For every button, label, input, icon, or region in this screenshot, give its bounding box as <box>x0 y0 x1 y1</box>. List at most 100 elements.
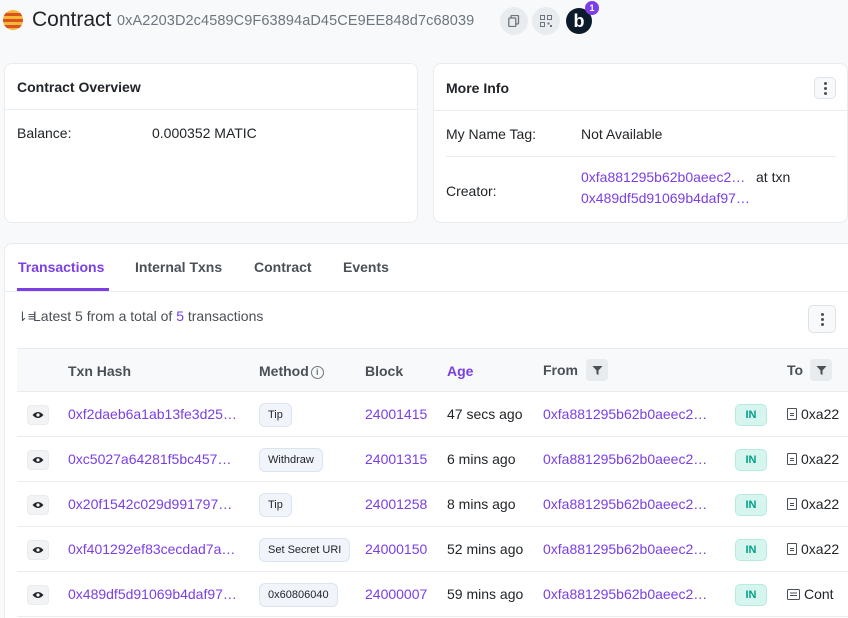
direction-badge: IN <box>735 449 767 471</box>
age-value: 8 mins ago <box>447 496 516 512</box>
copy-address-button[interactable] <box>500 7 528 35</box>
direction-badge: IN <box>735 584 767 606</box>
sort-descending-icon: ⇂≡ <box>17 309 36 324</box>
view-details-button[interactable] <box>27 450 49 470</box>
info-icon[interactable]: i <box>310 366 324 379</box>
col-block: Block <box>365 363 404 379</box>
creator-label: Creator: <box>446 183 497 199</box>
to-address[interactable]: 0xa22 <box>787 496 839 512</box>
table-options-button[interactable] <box>808 305 836 333</box>
name-tag-label: My Name Tag: <box>446 126 536 142</box>
balance-value: 0.000352 MATIC <box>152 125 257 141</box>
qr-code-button[interactable] <box>532 7 560 35</box>
eye-icon <box>32 502 44 508</box>
eye-icon <box>32 412 44 418</box>
transactions-count-link[interactable]: 5 <box>176 308 184 324</box>
contract-doc-icon <box>787 498 797 510</box>
block-link[interactable]: 24000150 <box>365 541 427 557</box>
from-address-link[interactable]: 0xfa881295b62b0aeec2… <box>543 451 707 467</box>
from-address-link[interactable]: 0xfa881295b62b0aeec2… <box>543 496 707 512</box>
block-link[interactable]: 24001415 <box>365 406 427 422</box>
contract-address[interactable]: 0xA2203D2c4589C9F63894aD45CE9EE848d7c680… <box>117 13 474 29</box>
col-from: From <box>543 362 578 378</box>
to-address[interactable]: 0xa22 <box>787 451 839 467</box>
to-address[interactable]: Cont <box>787 586 834 602</box>
table-header: Txn Hash Method i Block Age From To <box>17 348 848 392</box>
col-txn-hash: Txn Hash <box>68 363 132 379</box>
more-info-menu-button[interactable] <box>814 77 836 99</box>
contract-doc-icon <box>787 543 797 555</box>
block-link[interactable]: 24001315 <box>365 451 427 467</box>
table-row: 0x20f1542c029d991797… Tip 24001258 8 min… <box>17 482 848 527</box>
filter-icon <box>816 365 826 375</box>
block-link[interactable]: 24001258 <box>365 496 427 512</box>
more-info-title: More Info <box>446 80 509 96</box>
notification-badge: 1 <box>585 1 599 15</box>
page-title: Contract <box>32 8 112 31</box>
to-filter-button[interactable] <box>810 359 832 381</box>
transactions-summary: ⇂≡Latest 5 from a total of 5 transaction… <box>17 308 264 324</box>
table-row: 0xf2daeb6a1ab13fe3d25… Tip 24001415 47 s… <box>17 392 848 437</box>
more-vertical-icon <box>823 86 827 90</box>
table-row: 0xf401292ef83cecdad7a… Set Secret URI 24… <box>17 527 848 572</box>
eye-icon <box>32 592 44 598</box>
col-to: To <box>787 362 804 378</box>
contract-doc-icon <box>787 408 797 420</box>
contract-creation-icon <box>787 589 800 600</box>
creator-txn-link[interactable]: 0x489df5d91069b4daf97… <box>581 190 750 206</box>
creator-address-link[interactable]: 0xfa881295b62b0aeec2… <box>581 169 745 185</box>
active-tab-indicator <box>17 288 109 291</box>
table-row: 0xc5027a64281f5bc457… Withdraw 24001315 … <box>17 437 848 482</box>
txn-hash-link[interactable]: 0x20f1542c029d991797… <box>68 496 232 512</box>
txn-hash-link[interactable]: 0xf2daeb6a1ab13fe3d25… <box>68 406 237 422</box>
contract-overview-card: Contract Overview Balance: 0.000352 MATI… <box>4 63 418 223</box>
to-address[interactable]: 0xa22 <box>787 541 839 557</box>
eye-icon <box>32 547 44 553</box>
creator-row: Creator: 0xfa881295b62b0aeec2… at txn 0x… <box>446 169 836 210</box>
view-details-button[interactable] <box>27 540 49 560</box>
txn-hash-link[interactable]: 0x489df5d91069b4daf97… <box>68 586 237 602</box>
transactions-card: Transactions Internal Txns Contract Even… <box>4 243 848 618</box>
filter-icon <box>592 365 602 375</box>
tab-transactions[interactable]: Transactions <box>18 259 104 275</box>
method-badge: Set Secret URI <box>259 538 351 562</box>
col-method: Method i <box>259 363 324 379</box>
to-address[interactable]: 0xa22 <box>787 406 839 422</box>
page-header: Contract 0xA2203D2c4589C9F63894aD45CE9EE… <box>0 0 848 44</box>
copy-icon <box>508 15 520 27</box>
view-details-button[interactable] <box>27 405 49 425</box>
tab-contract[interactable]: Contract <box>254 259 312 275</box>
tab-internal-txns[interactable]: Internal Txns <box>135 259 222 275</box>
age-value: 6 mins ago <box>447 451 516 467</box>
method-badge: Tip <box>259 493 292 517</box>
qr-code-icon <box>540 15 552 27</box>
age-value: 47 secs ago <box>447 406 523 422</box>
from-address-link[interactable]: 0xfa881295b62b0aeec2… <box>543 586 707 602</box>
eye-icon <box>32 457 44 463</box>
table-row: 0x489df5d91069b4daf97… 0x60806040 240000… <box>17 572 848 617</box>
txn-hash-link[interactable]: 0xf401292ef83cecdad7a… <box>68 541 235 557</box>
view-details-button[interactable] <box>27 495 49 515</box>
tab-events[interactable]: Events <box>343 259 389 275</box>
age-value: 52 mins ago <box>447 541 524 557</box>
overview-title: Contract Overview <box>17 79 141 95</box>
method-badge: 0x60806040 <box>259 583 338 607</box>
direction-badge: IN <box>735 539 767 561</box>
col-age-toggle[interactable]: Age <box>447 363 473 379</box>
view-details-button[interactable] <box>27 585 49 605</box>
method-badge: Tip <box>259 403 292 427</box>
more-vertical-icon <box>820 317 824 321</box>
txn-hash-link[interactable]: 0xc5027a64281f5bc457… <box>68 451 231 467</box>
direction-badge: IN <box>735 404 767 426</box>
method-badge: Withdraw <box>259 448 323 472</box>
age-value: 59 mins ago <box>447 586 524 602</box>
from-filter-button[interactable] <box>586 359 608 381</box>
from-address-link[interactable]: 0xfa881295b62b0aeec2… <box>543 541 707 557</box>
more-info-card: More Info My Name Tag: Not Available Cre… <box>433 63 848 223</box>
contract-logo-icon <box>3 10 23 30</box>
from-address-link[interactable]: 0xfa881295b62b0aeec2… <box>543 406 707 422</box>
block-link[interactable]: 24000007 <box>365 586 427 602</box>
at-txn-text: at txn <box>756 169 791 185</box>
tab-bar: Transactions Internal Txns Contract Even… <box>5 244 848 292</box>
direction-badge: IN <box>735 494 767 516</box>
